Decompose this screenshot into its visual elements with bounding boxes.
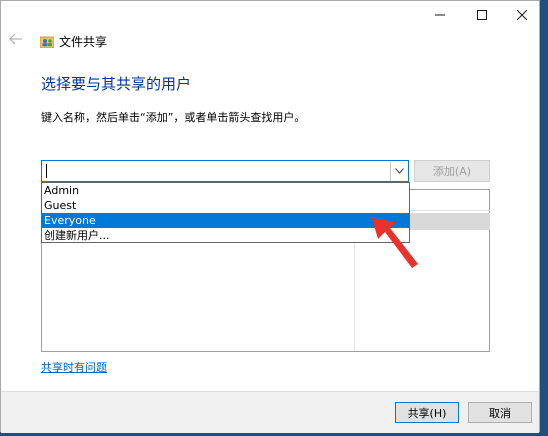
window-title: 文件共享 (59, 35, 108, 49)
dialog-footer: 共享(H) 取消 (1, 391, 539, 433)
page-heading: 选择要与其共享的用户 (41, 75, 192, 93)
maximize-button[interactable] (462, 1, 502, 29)
maximize-icon (477, 10, 487, 20)
minimize-button[interactable] (420, 1, 460, 29)
chevron-down-icon (395, 168, 404, 174)
add-button[interactable]: 添加(A) (414, 160, 490, 182)
sharing-problem-link[interactable]: 共享时有问题 (41, 361, 107, 375)
dropdown-item-admin[interactable]: Admin (42, 183, 409, 198)
share-button[interactable]: 共享(H) (395, 402, 459, 423)
text-caret (46, 164, 47, 178)
dropdown-item-everyone[interactable]: Everyone (42, 213, 409, 228)
user-dropdown-list[interactable]: Admin Guest Everyone 创建新用户... (41, 182, 410, 243)
minimize-icon (435, 14, 445, 16)
user-name-input[interactable] (42, 161, 390, 181)
back-arrow-icon (9, 33, 22, 45)
user-combobox[interactable] (41, 160, 409, 182)
dropdown-item-create-user[interactable]: 创建新用户... (42, 228, 409, 243)
red-arrow-annotation (372, 218, 418, 268)
close-icon (517, 10, 527, 20)
cancel-button[interactable]: 取消 (468, 402, 532, 423)
close-button[interactable] (502, 1, 542, 29)
dropdown-toggle-button[interactable] (390, 161, 408, 181)
dropdown-item-guest[interactable]: Guest (42, 198, 409, 213)
instruction-text: 键入名称，然后单击“添加”，或者单击箭头查找用户。 (41, 111, 306, 124)
file-sharing-icon (39, 35, 55, 49)
back-button[interactable] (9, 33, 27, 49)
file-sharing-dialog: 文件共享 选择要与其共享的用户 键入名称，然后单击“添加”，或者单击箭头查找用户… (0, 0, 542, 433)
